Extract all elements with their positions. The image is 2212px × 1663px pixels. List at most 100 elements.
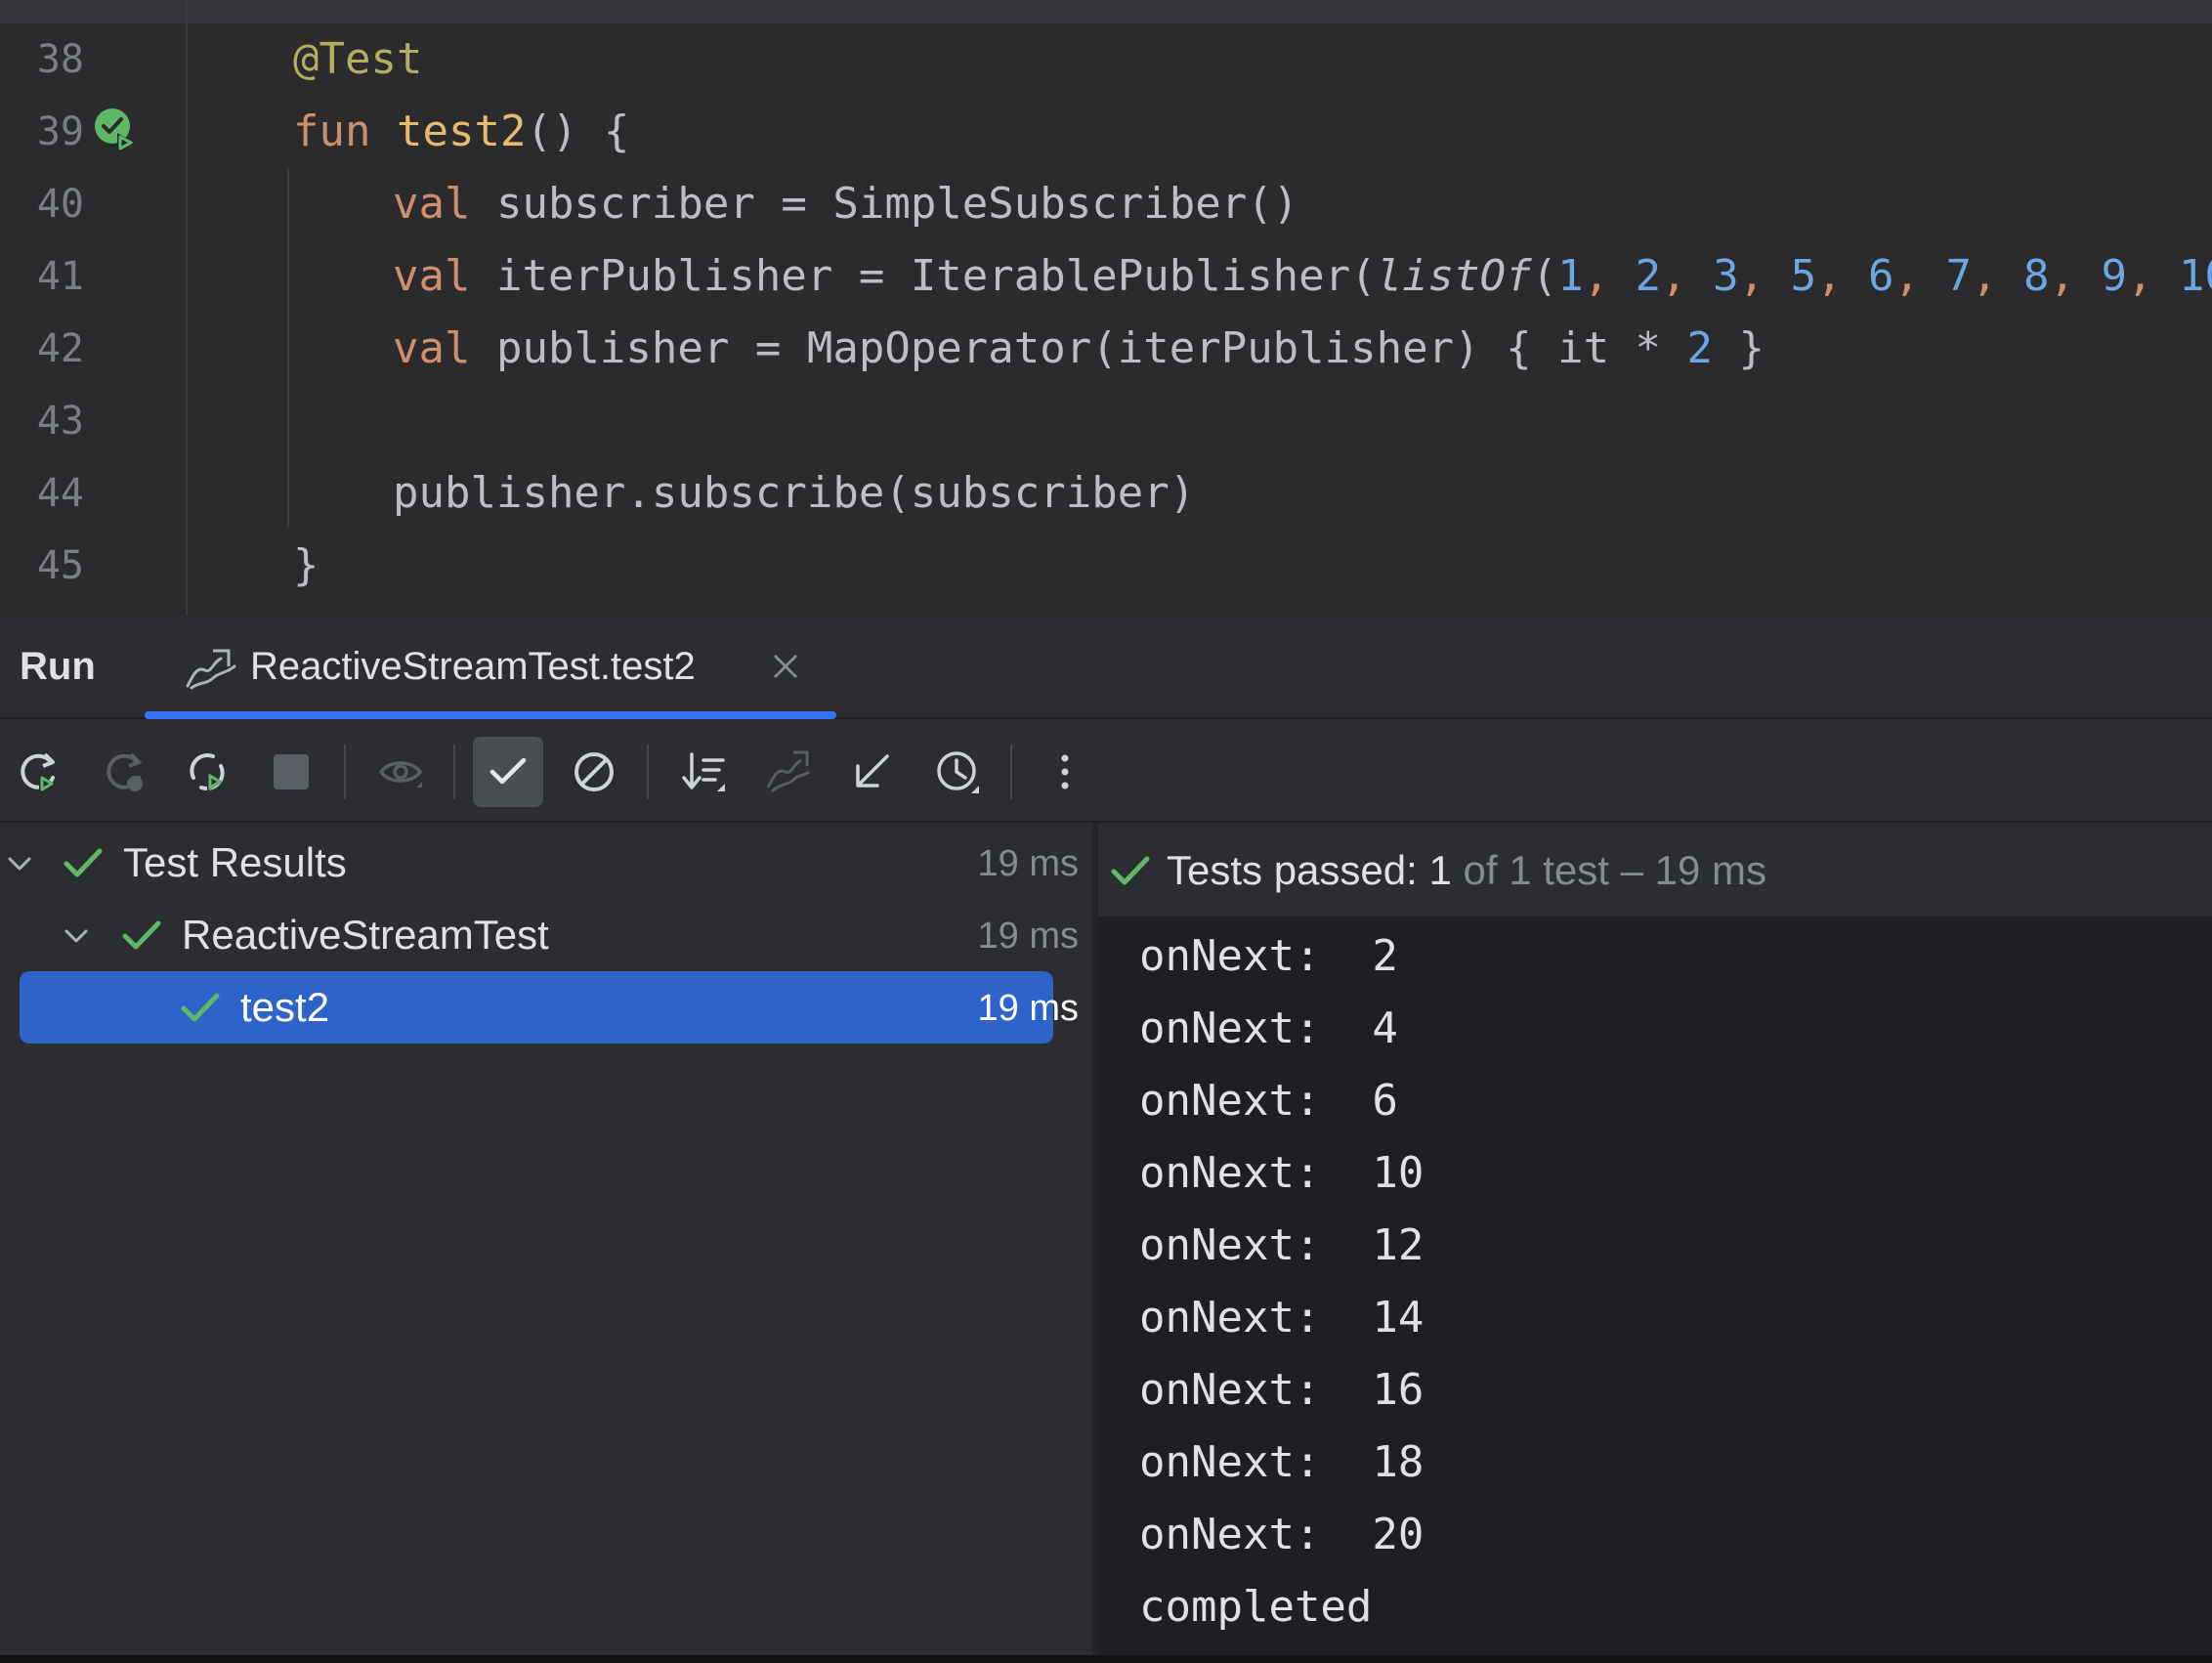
- number-token: 1: [1557, 251, 1584, 301]
- indent-guide: [287, 168, 289, 528]
- function-name-token: test2: [396, 107, 527, 156]
- summary-suffix: of 1 test – 19 ms: [1451, 847, 1766, 893]
- close-icon[interactable]: [770, 651, 801, 682]
- show-passed-toggle[interactable]: [473, 737, 543, 807]
- console-line: onNext: 4: [1139, 1003, 1398, 1053]
- line-number: 40: [36, 182, 84, 227]
- tree-node-test-results[interactable]: Test Results 19 ms: [0, 827, 1092, 899]
- more-vertical-icon: [1061, 754, 1069, 789]
- code-line-42: val publisher = MapOperator(iterPublishe…: [393, 313, 1765, 385]
- collapse-icon: [856, 754, 889, 788]
- tab-label: ReactiveStreamTest.test2: [250, 645, 696, 688]
- comma-token: ,: [2127, 251, 2179, 301]
- ignored-icon: [574, 752, 614, 791]
- number-token: 5: [1790, 251, 1817, 301]
- run-tool-window: Run ReactiveStreamTest.test2 Test Result…: [0, 616, 2212, 1655]
- code-text: iterPublisher = IterablePublisher(: [470, 251, 1377, 301]
- number-token: 10: [2178, 251, 2212, 301]
- line-number: 42: [36, 326, 84, 371]
- number-token: 2: [1686, 323, 1714, 373]
- number-token: 6: [1868, 251, 1894, 301]
- active-tab-indicator: [145, 711, 836, 719]
- run-tab-bar: Run ReactiveStreamTest.test2: [0, 616, 2212, 719]
- comma-token: ,: [2049, 251, 2102, 301]
- sort-button[interactable]: [668, 737, 739, 807]
- summary-prefix: Tests passed:: [1167, 847, 1429, 893]
- code-line-41: val iterPublisher = IterablePublisher(li…: [393, 240, 2212, 313]
- keyword-token: val: [393, 251, 471, 301]
- code-line-39: fun test2() {: [293, 96, 629, 168]
- code-line-40: val subscriber = SimpleSubscriber(): [393, 168, 1298, 240]
- code-line-45: }: [293, 540, 319, 590]
- test-history-button[interactable]: [922, 737, 993, 807]
- comma-token: ,: [1816, 251, 1869, 301]
- console-output[interactable]: Tests passed: 1 of 1 test – 19 ms onNext…: [1098, 823, 2212, 1655]
- tests-passed-summary: Tests passed: 1 of 1 test – 19 ms: [1167, 846, 1766, 895]
- line-number: 39: [36, 109, 84, 154]
- more-options-button[interactable]: [1030, 737, 1100, 807]
- chevron-down-icon[interactable]: [4, 848, 35, 879]
- run-test-passed-icon[interactable]: [94, 107, 137, 154]
- console-line: onNext: 14: [1139, 1293, 1425, 1343]
- code-line-44: publisher.subscribe(subscriber): [393, 468, 1196, 518]
- line-number: 44: [36, 471, 84, 516]
- console-line: onNext: 20: [1139, 1510, 1425, 1559]
- passed-check-icon: [1111, 856, 1150, 885]
- line-number: 38: [36, 37, 84, 82]
- passed-check-icon: [64, 848, 103, 877]
- console-line: onNext: 12: [1139, 1220, 1425, 1270]
- show-ignored-tests-button[interactable]: [559, 737, 629, 807]
- test-duration: 19 ms: [977, 843, 1079, 884]
- show-ignored-button[interactable]: [365, 737, 436, 807]
- number-token: 7: [1945, 251, 1973, 301]
- number-token: 8: [2023, 251, 2050, 301]
- toggle-auto-test-button[interactable]: [172, 737, 242, 807]
- rerun-button[interactable]: [4, 737, 74, 807]
- stop-button[interactable]: [256, 737, 326, 807]
- tab-reactive-stream-test[interactable]: ReactiveStreamTest.test2: [145, 616, 836, 719]
- code-editor[interactable]: 38 39 40 41 42 43 44 45 @Test fun test2(…: [0, 0, 2212, 616]
- code-text: subscriber = SimpleSubscriber(): [470, 179, 1299, 229]
- toolbar-separator: [453, 745, 455, 799]
- rerun-failed-button[interactable]: [90, 737, 160, 807]
- chevron-down-icon[interactable]: [61, 920, 92, 952]
- line-number: 45: [36, 543, 84, 588]
- console-line: onNext: 10: [1139, 1148, 1425, 1198]
- eye-icon: [378, 761, 423, 788]
- collapse-all-button[interactable]: [836, 737, 907, 807]
- code-text: }: [1713, 323, 1765, 373]
- tree-node-label: test2: [240, 984, 330, 1030]
- function-call-token: listOf: [1376, 251, 1532, 301]
- console-line: onNext: 18: [1139, 1437, 1425, 1487]
- comma-token: ,: [1661, 251, 1714, 301]
- toolbar-separator: [344, 745, 346, 799]
- summary-count: 1: [1428, 847, 1452, 893]
- console-line: completed: [1139, 1582, 1373, 1632]
- code-line-38: @Test: [293, 23, 422, 96]
- clock-icon: [937, 751, 979, 793]
- sort-icon: [682, 752, 725, 791]
- line-number: 43: [36, 399, 84, 444]
- import-tests-button[interactable]: [752, 737, 823, 807]
- toolbar-separator: [647, 745, 649, 799]
- code-text: publisher = MapOperator(iterPublisher) {…: [470, 323, 1687, 373]
- passed-check-icon: [122, 920, 161, 950]
- number-token: 9: [2101, 251, 2128, 301]
- comma-token: ,: [1583, 251, 1636, 301]
- console-line: onNext: 2: [1139, 931, 1398, 981]
- tree-node-reactive-stream-test[interactable]: ReactiveStreamTest 19 ms: [0, 899, 1092, 971]
- tree-node-test2[interactable]: test2 19 ms: [0, 971, 1092, 1044]
- editor-top-strip: [0, 0, 2212, 23]
- auto-test-icon: [190, 752, 225, 791]
- rerun-failed-icon: [106, 752, 143, 791]
- stop-icon: [274, 754, 309, 789]
- test-history-icon: [766, 750, 811, 793]
- test-run-config-icon: [186, 649, 236, 690]
- test-results-tree: Test Results 19 ms ReactiveStreamTest 19…: [0, 823, 1092, 1655]
- comma-token: ,: [1738, 251, 1791, 301]
- selection-highlight: [20, 971, 1053, 1044]
- test-duration: 19 ms: [977, 916, 1079, 957]
- console-line: onNext: 16: [1139, 1365, 1425, 1415]
- test-duration: 19 ms: [977, 988, 1079, 1029]
- comma-token: ,: [1972, 251, 2024, 301]
